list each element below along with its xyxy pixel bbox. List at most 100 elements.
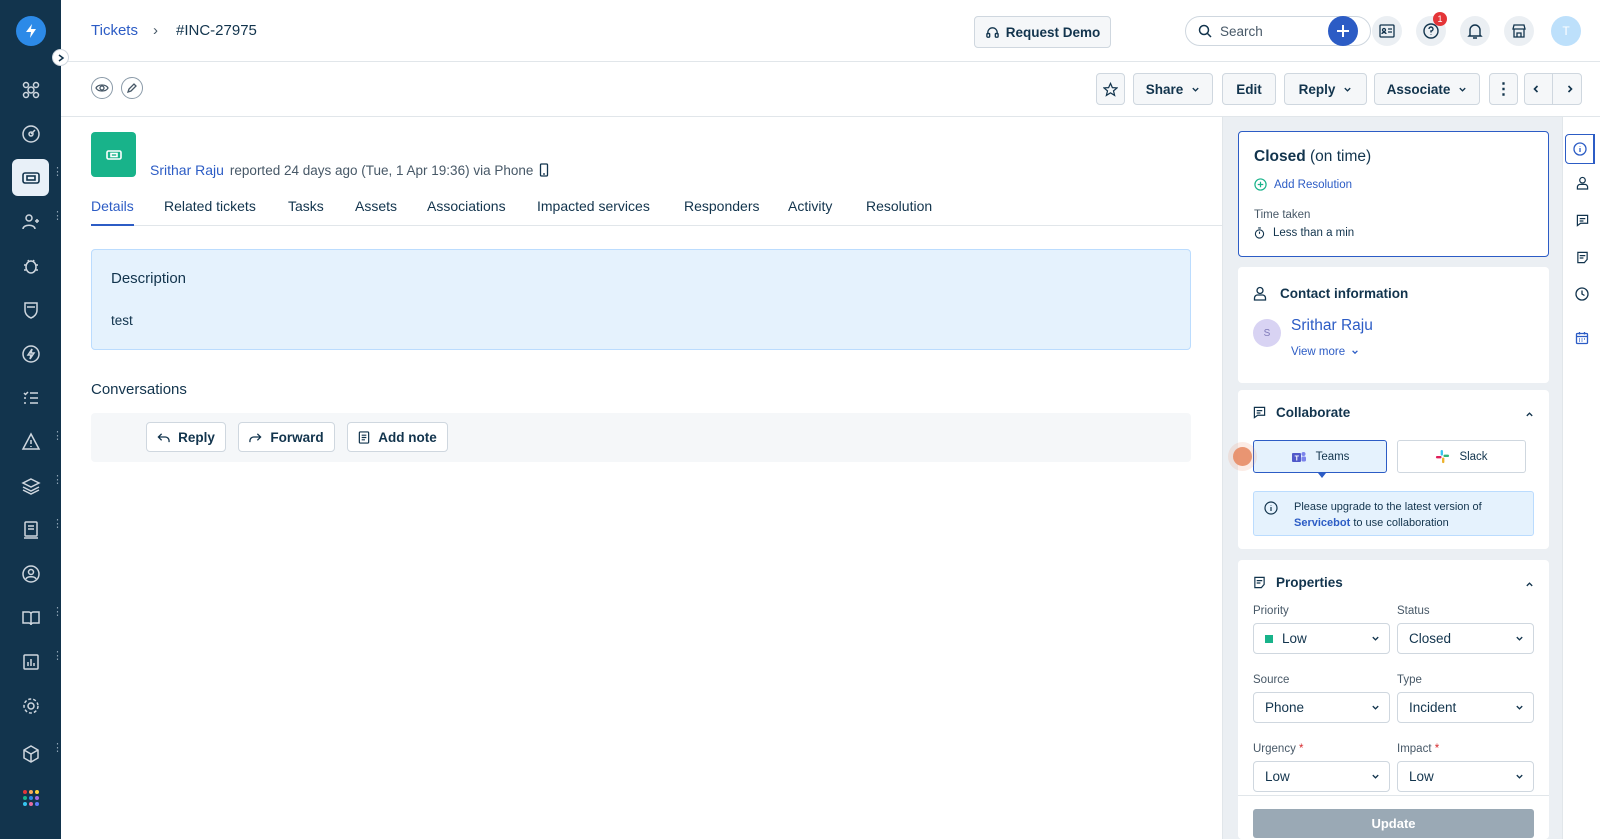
collapse-chevron-icon[interactable]: [1525, 580, 1534, 589]
tab-assets[interactable]: Assets: [355, 198, 397, 224]
reporter-name-link[interactable]: Srithar Raju: [150, 162, 224, 178]
new-item-button[interactable]: [1328, 16, 1358, 46]
nav-document-icon[interactable]: [12, 511, 49, 548]
help-button[interactable]: 1: [1416, 12, 1447, 46]
reply-button[interactable]: Reply: [146, 422, 226, 452]
nav-more-icon[interactable]: ⋮: [52, 475, 63, 492]
nav-list-icon[interactable]: [12, 379, 49, 416]
tab-associations[interactable]: Associations: [427, 198, 506, 224]
clock-tab-icon[interactable]: [1573, 285, 1591, 303]
tab-details[interactable]: Details: [91, 198, 134, 226]
contact-card: Contact information S Srithar Raju View …: [1238, 267, 1549, 383]
tab-related-tickets[interactable]: Related tickets: [164, 198, 256, 224]
nav-more-icon[interactable]: ⋮: [52, 211, 63, 228]
nav-alert-icon[interactable]: [12, 423, 49, 460]
contact-name-link[interactable]: Srithar Raju: [1291, 317, 1373, 335]
view-more-link[interactable]: View more: [1291, 346, 1359, 358]
plus-icon: [1337, 25, 1349, 37]
reply-label: Reply: [1298, 81, 1336, 97]
nav-settings-icon[interactable]: [12, 687, 49, 724]
nav-users-icon[interactable]: [12, 203, 49, 240]
slack-button[interactable]: Slack: [1397, 440, 1526, 473]
previous-ticket-icon[interactable]: [1531, 84, 1541, 94]
nav-more-icon[interactable]: ⋮: [52, 607, 63, 624]
star-button[interactable]: [1096, 73, 1125, 105]
teams-icon: T: [1291, 451, 1306, 462]
nav-more-icon[interactable]: ⋮: [52, 519, 63, 536]
status-card: Closed (on time) Add Resolution Time tak…: [1238, 131, 1549, 257]
source-label: Source: [1253, 674, 1290, 686]
slack-icon: [1436, 449, 1450, 464]
info-tab-icon[interactable]: [1565, 134, 1595, 164]
nav-layers-icon[interactable]: [12, 467, 49, 504]
nav-reports-icon[interactable]: [12, 643, 49, 680]
share-button[interactable]: Share: [1133, 73, 1213, 105]
forward-button[interactable]: Forward: [238, 422, 335, 452]
nav-team-icon[interactable]: [12, 555, 49, 592]
nav-more-icon[interactable]: ⋮: [52, 167, 63, 184]
chevron-down-icon: [1459, 87, 1467, 92]
tab-impacted-services[interactable]: Impacted services: [537, 198, 650, 224]
ticket-sidebar: Closed (on time) Add Resolution Time tak…: [1222, 117, 1562, 839]
chevron-down-icon: [1372, 636, 1379, 641]
tab-resolution[interactable]: Resolution: [866, 198, 932, 224]
add-resolution-link[interactable]: Add Resolution: [1254, 178, 1352, 191]
properties-icon: [1254, 576, 1265, 589]
expand-nav-button[interactable]: [52, 49, 69, 66]
impact-select[interactable]: Low: [1397, 761, 1534, 792]
calendar-tab-icon[interactable]: [1573, 329, 1591, 347]
nav-more-icon[interactable]: ⋮: [52, 651, 63, 668]
update-button[interactable]: Update: [1253, 809, 1534, 838]
nav-dashboard-icon[interactable]: [12, 71, 49, 108]
urgency-select[interactable]: Low: [1253, 761, 1390, 792]
breadcrumb-tickets-link[interactable]: Tickets: [91, 22, 138, 39]
status-select[interactable]: Closed: [1397, 623, 1534, 654]
nav-tickets-icon[interactable]: [12, 159, 49, 196]
teams-button[interactable]: T Teams: [1253, 440, 1387, 473]
nav-gauge-icon[interactable]: [12, 115, 49, 152]
source-select[interactable]: Phone: [1253, 692, 1390, 723]
notifications-button[interactable]: [1460, 16, 1490, 46]
edit-ticket-button[interactable]: [121, 77, 143, 99]
requester-tab-icon[interactable]: [1573, 174, 1591, 192]
tab-responders[interactable]: Responders: [684, 198, 760, 224]
associate-label: Associate: [1386, 81, 1451, 97]
nav-bolt-icon[interactable]: [12, 335, 49, 372]
nav-more-icon[interactable]: ⋮: [52, 431, 63, 448]
type-value: Incident: [1409, 700, 1457, 715]
user-avatar[interactable]: T: [1551, 16, 1581, 46]
required-marker: *: [1299, 743, 1304, 755]
nav-apps-grid-icon[interactable]: [12, 779, 49, 816]
marketplace-button[interactable]: [1504, 16, 1534, 46]
associate-button[interactable]: Associate: [1374, 73, 1480, 105]
next-ticket-icon[interactable]: [1565, 84, 1575, 94]
nav-bug-icon[interactable]: [12, 247, 49, 284]
reporter-meta: reported 24 days ago (Tue, 1 Apr 19:36) …: [229, 162, 534, 178]
freshservice-logo-icon[interactable]: [16, 16, 46, 46]
tab-tasks[interactable]: Tasks: [288, 198, 324, 224]
nav-more-icon[interactable]: ⋮: [52, 743, 63, 760]
reply-dropdown-button[interactable]: Reply: [1284, 73, 1367, 105]
request-demo-button[interactable]: Request Demo: [974, 16, 1111, 48]
servicebot-link[interactable]: Servicebot: [1294, 517, 1350, 529]
edit-button[interactable]: Edit: [1222, 73, 1276, 105]
store-icon: [1512, 24, 1526, 38]
add-note-button[interactable]: Add note: [347, 422, 448, 452]
watch-button[interactable]: [91, 77, 113, 99]
description-title: Description: [111, 270, 187, 287]
notification-count-badge: 1: [1433, 12, 1447, 26]
edit-label: Edit: [1236, 81, 1262, 97]
nav-cube-icon[interactable]: [12, 735, 49, 772]
nav-shield-icon[interactable]: [12, 291, 49, 328]
type-select[interactable]: Incident: [1397, 692, 1534, 723]
priority-select[interactable]: Low: [1253, 623, 1390, 654]
nav-book-icon[interactable]: [12, 599, 49, 636]
more-actions-button[interactable]: ⋮: [1489, 73, 1518, 105]
chat-tab-icon[interactable]: [1573, 211, 1591, 229]
collapse-chevron-icon[interactable]: [1525, 410, 1534, 419]
tabs-divider: [91, 225, 1223, 226]
contact-header: Contact information: [1253, 286, 1408, 301]
notes-tab-icon[interactable]: [1573, 248, 1591, 266]
contacts-card-button[interactable]: [1372, 16, 1402, 46]
tab-activity[interactable]: Activity: [788, 198, 832, 224]
